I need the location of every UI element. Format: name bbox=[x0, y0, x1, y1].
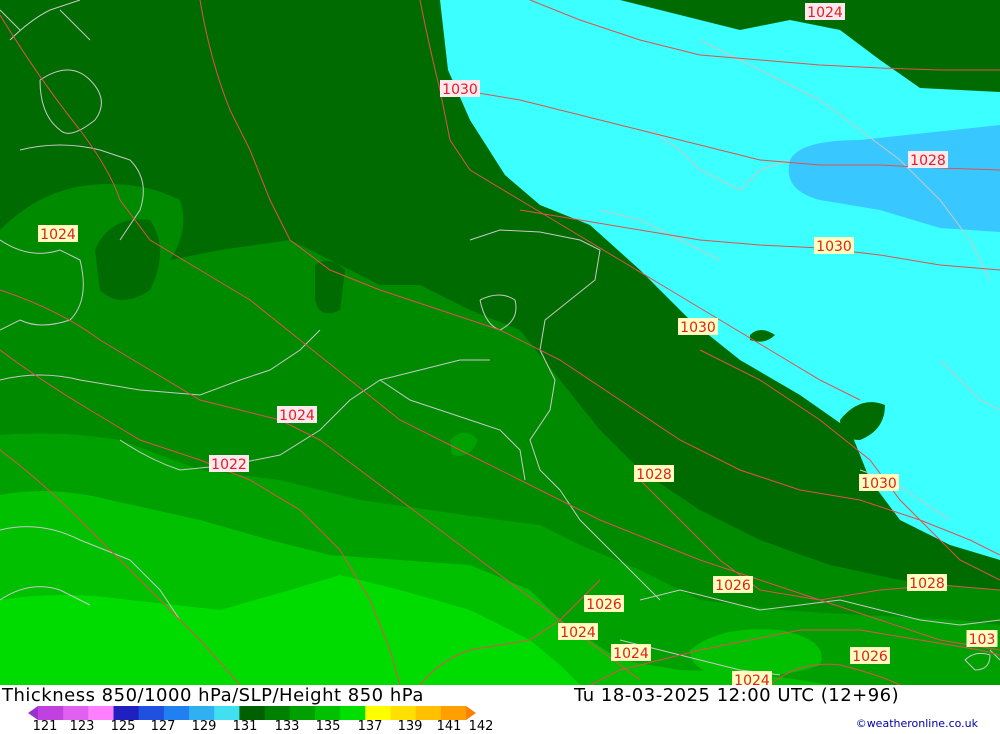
legend-swatch bbox=[440, 706, 467, 720]
contour-label: 1030 bbox=[859, 474, 899, 492]
legend-swatch bbox=[28, 706, 38, 720]
contour-label-text: 1024 bbox=[560, 625, 596, 641]
legend-tick-label: 142 bbox=[468, 719, 494, 734]
map-title: Thickness 850/1000 hPa/SLP/Height 850 hP… bbox=[2, 685, 424, 706]
contour-label-text: 1024 bbox=[734, 673, 770, 685]
contour-label: 1030 bbox=[814, 237, 854, 255]
legend-swatch bbox=[63, 706, 89, 720]
contour-label-text: 103 bbox=[969, 632, 996, 648]
legend-swatch bbox=[38, 706, 64, 720]
legend-tick-label: 139 bbox=[397, 719, 423, 734]
contour-label: 1028 bbox=[634, 465, 674, 483]
contour-label-text: 1028 bbox=[909, 576, 945, 592]
contour-label: 1024 bbox=[558, 623, 598, 641]
contour-label-text: 1026 bbox=[715, 578, 751, 594]
contour-label-text: 1024 bbox=[279, 408, 315, 424]
legend-tick-label: 135 bbox=[315, 719, 341, 734]
contour-label-text: 1022 bbox=[211, 457, 247, 473]
contour-label-text: 1028 bbox=[910, 153, 946, 169]
legend-swatch bbox=[163, 706, 190, 720]
contour-label-text: 1024 bbox=[807, 5, 843, 21]
legend-swatch bbox=[88, 706, 115, 720]
contour-label: 1024 bbox=[38, 225, 78, 243]
contour-label: 1024 bbox=[611, 644, 651, 662]
contour-label-text: 1030 bbox=[861, 476, 897, 492]
legend-tick-label: 121 bbox=[32, 719, 58, 734]
legend-swatch bbox=[314, 706, 341, 720]
contour-label: 1026 bbox=[584, 595, 624, 613]
contour-label-text: 1024 bbox=[40, 227, 76, 243]
legend-tick-label: 129 bbox=[191, 719, 217, 734]
contour-label-text: 1028 bbox=[636, 467, 672, 483]
contour-label: 1028 bbox=[907, 574, 947, 592]
contour-label-text: 1026 bbox=[586, 597, 622, 613]
contour-label: 1024 bbox=[732, 671, 772, 685]
legend-tick-label: 127 bbox=[150, 719, 176, 734]
contour-label-text: 1030 bbox=[442, 82, 478, 98]
contour-label-text: 1030 bbox=[680, 320, 716, 336]
contour-label: 1022 bbox=[209, 455, 249, 473]
weather-map: 1024 1030 1028 1030 1024 1030 1024 1022 1028 1030… bbox=[0, 0, 1000, 685]
legend-swatch bbox=[113, 706, 140, 720]
legend-swatch bbox=[264, 706, 291, 720]
contour-label: 1024 bbox=[805, 3, 845, 21]
legend-tick-label: 137 bbox=[357, 719, 383, 734]
contour-label: 1026 bbox=[850, 647, 890, 665]
legend-swatch bbox=[289, 706, 316, 720]
legend-swatch bbox=[390, 706, 417, 720]
dark-green-patch-center bbox=[315, 261, 345, 314]
legend-swatch bbox=[466, 706, 476, 720]
credit-link[interactable]: ©weatheronline.co.uk bbox=[856, 717, 978, 730]
valid-time: Tu 18-03-2025 12:00 UTC (12+96) bbox=[574, 685, 900, 706]
legend-swatch bbox=[189, 706, 215, 720]
legend-swatch bbox=[365, 706, 391, 720]
legend-tick-label: 131 bbox=[232, 719, 258, 734]
map-canvas: 1024 1030 1028 1030 1024 1030 1024 1022 1028 1030… bbox=[0, 0, 1000, 685]
contour-label: 1026 bbox=[713, 576, 753, 594]
contour-label: 103 bbox=[966, 630, 998, 648]
legend-tick-label: 125 bbox=[110, 719, 136, 734]
legend-tick-label: 133 bbox=[274, 719, 300, 734]
legend-swatch bbox=[239, 706, 266, 720]
contour-label: 1030 bbox=[440, 80, 480, 98]
color-legend-ticks: 121 123 125 127 129 131 133 135 137 139 141 142 bbox=[0, 719, 520, 734]
contour-label-text: 1024 bbox=[613, 646, 649, 662]
map-footer: Thickness 850/1000 hPa/SLP/Height 850 hP… bbox=[0, 685, 1000, 734]
contour-label: 1024 bbox=[277, 406, 317, 424]
legend-swatch bbox=[415, 706, 442, 720]
color-legend-bar bbox=[28, 706, 476, 720]
contour-label: 1028 bbox=[908, 151, 948, 169]
contour-label: 1030 bbox=[678, 318, 718, 336]
contour-label-text: 1026 bbox=[852, 649, 888, 665]
legend-tick-label: 123 bbox=[69, 719, 95, 734]
legend-swatch bbox=[138, 706, 165, 720]
contour-label-text: 1030 bbox=[816, 239, 852, 255]
legend-swatch bbox=[214, 706, 240, 720]
legend-tick-label: 141 bbox=[436, 719, 462, 734]
legend-swatch bbox=[340, 706, 366, 720]
